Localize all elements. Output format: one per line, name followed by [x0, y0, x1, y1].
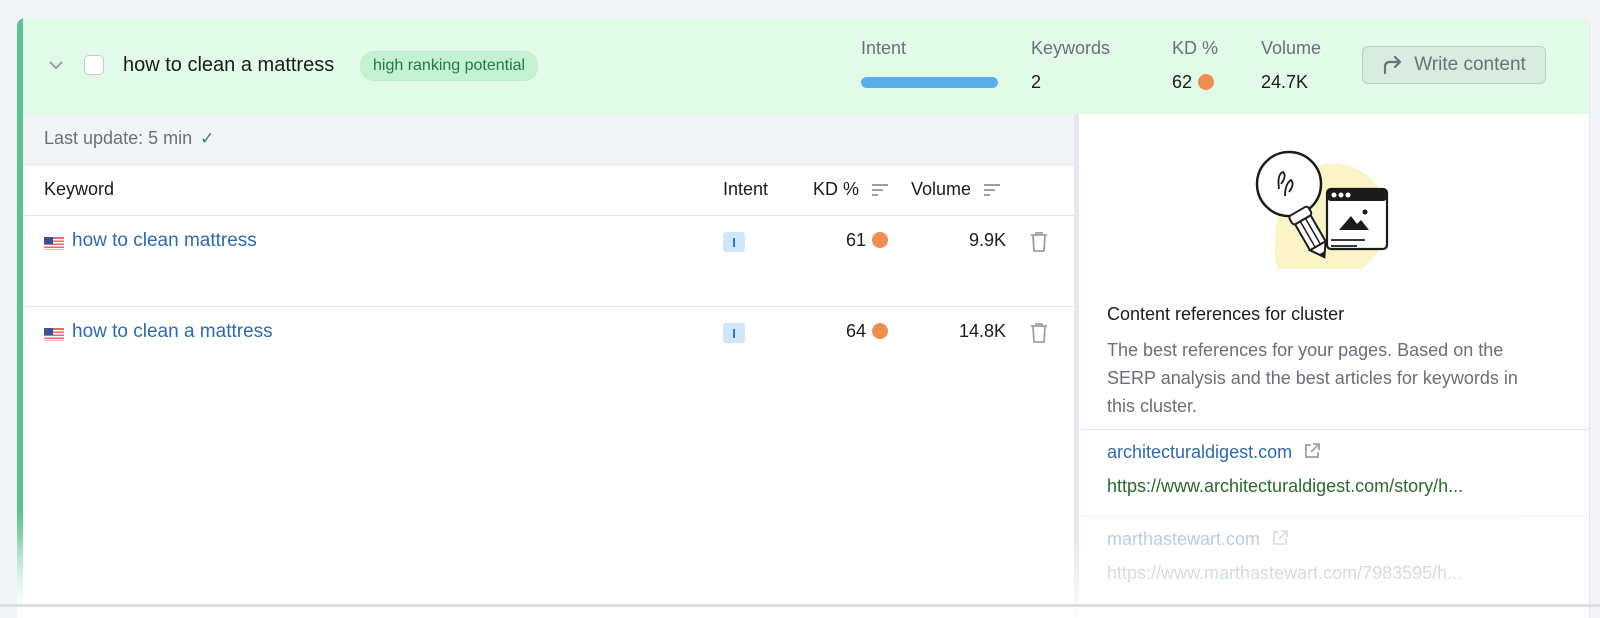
ranking-potential-badge: high ranking potential	[360, 51, 539, 81]
us-flag-icon	[44, 237, 64, 250]
lightbulb-pencil-illustration	[1255, 150, 1389, 269]
column-kd-label: KD %	[813, 179, 860, 199]
volume-cell: 9.9K	[968, 230, 1006, 250]
share-arrow-icon	[1384, 55, 1402, 75]
cluster-header[interactable]: how to clean a mattress high ranking pot…	[17, 18, 1589, 115]
intent-chip: I	[723, 323, 745, 343]
write-content-button[interactable]: Write content	[1362, 46, 1546, 84]
references-title: Content references for cluster	[1107, 304, 1345, 324]
checkmark-icon: ✓	[200, 129, 215, 148]
reference-domain: marthastewart.com	[1107, 529, 1261, 549]
reference-domain-link[interactable]: architecturaldigest.com	[1107, 442, 1321, 463]
us-flag-icon	[44, 328, 64, 341]
reference-domain: architecturaldigest.com	[1107, 442, 1293, 462]
intent-bar-fill	[861, 77, 998, 88]
last-update-text: Last update: 5 min ✓	[44, 128, 214, 149]
chevron-down-icon[interactable]	[47, 56, 65, 74]
references-description: The best references for your pages. Base…	[1107, 340, 1518, 416]
last-update-label: Last update: 5 min	[44, 128, 193, 148]
volume-cell: 14.8K	[958, 321, 1006, 341]
keyword-link[interactable]: how to clean mattress	[72, 230, 257, 252]
kd-label: KD %	[1172, 38, 1219, 58]
volume-value: 24.7K	[1261, 72, 1309, 92]
references-panel: Content references for cluster The best …	[1079, 114, 1589, 618]
keywords-value: 2	[1031, 72, 1042, 92]
external-link-icon[interactable]	[1271, 529, 1289, 547]
kd-cell: 61	[846, 230, 888, 251]
column-volume-label: Volume	[911, 179, 972, 199]
trash-icon[interactable]	[1030, 323, 1048, 343]
cluster-checkbox[interactable]	[84, 55, 104, 75]
reference-domain-link[interactable]: marthastewart.com	[1107, 529, 1289, 550]
cluster-accent-bar	[17, 18, 23, 618]
sort-icon[interactable]	[872, 184, 889, 197]
volume-label: Volume	[1261, 38, 1322, 58]
external-link-icon[interactable]	[1303, 442, 1321, 460]
kd-value: 61	[845, 230, 866, 250]
table-row: how to clean a mattress I 64 14.8K	[23, 307, 1074, 397]
keyword-cluster-card: how to clean a mattress high ranking pot…	[17, 18, 1590, 618]
column-keyword: Keyword	[44, 179, 115, 199]
column-intent: Intent	[723, 179, 769, 199]
update-status-bar: Last update: 5 min ✓	[23, 114, 1074, 165]
column-volume[interactable]: Volume	[911, 179, 1001, 200]
cluster-title: how to clean a mattress	[123, 54, 335, 76]
kd-difficulty-dot	[1198, 74, 1215, 90]
keyword-link[interactable]: how to clean a mattress	[72, 321, 273, 343]
kd-cell: 64	[846, 321, 888, 342]
reference-url[interactable]: https://www.architecturaldigest.com/stor…	[1107, 476, 1537, 497]
intent-bar	[861, 77, 998, 88]
column-kd[interactable]: KD %	[813, 179, 889, 200]
write-content-label: Write content	[1414, 54, 1526, 75]
table-row: how to clean mattress I 61 9.9K	[23, 216, 1074, 307]
intent-label: Intent	[861, 38, 907, 58]
table-header: Keyword Intent KD % Volume	[23, 165, 1074, 216]
kd-difficulty-dot	[872, 232, 888, 248]
reference-item: architecturaldigest.com https://www.arch…	[1079, 429, 1589, 516]
kd-value: 62	[1172, 72, 1193, 92]
sort-icon[interactable]	[984, 184, 1001, 197]
intent-chip: I	[723, 232, 745, 252]
reference-item: marthastewart.com https://www.marthastew…	[1079, 516, 1589, 603]
kd-difficulty-dot	[872, 323, 888, 339]
reference-url[interactable]: https://www.marthastewart.com/7983595/h.…	[1107, 563, 1537, 584]
keywords-panel: Last update: 5 min ✓ Keyword Intent KD % …	[23, 114, 1074, 618]
trash-icon[interactable]	[1030, 232, 1048, 252]
kd-value-group: 62	[1172, 72, 1215, 93]
kd-value: 64	[845, 321, 866, 341]
keywords-label: Keywords	[1031, 38, 1111, 58]
